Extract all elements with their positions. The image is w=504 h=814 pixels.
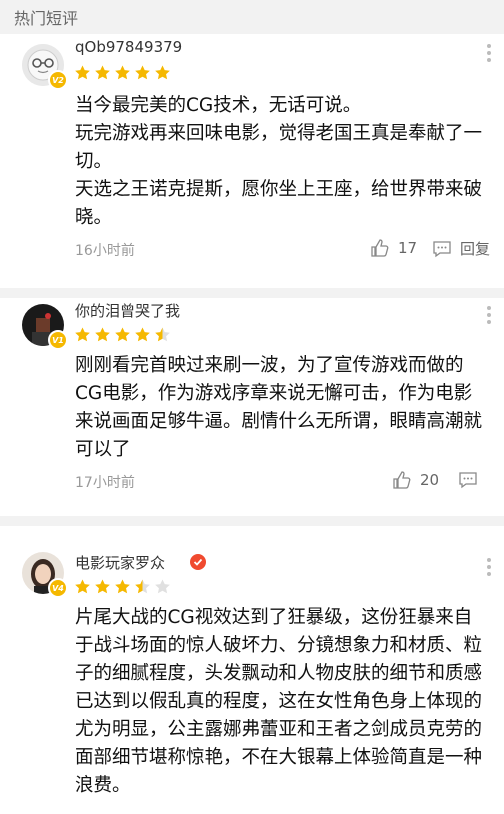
star-icon [155,65,170,80]
review-content: 刚刚看完首映过来刷一波，为了宣传游戏而做的CG电影，作为游戏序章来说无懈可击，作… [75,355,483,460]
verified-icon [190,554,206,570]
reply-button[interactable] [458,470,478,490]
review-content: 当今最完美的CG技术，无话可说。 玩完游戏再来回味电影，觉得老国王真是奉献了一切… [75,95,483,228]
star-icon [135,327,150,342]
timestamp: 16小时前 [75,243,135,259]
section-header: 热门短评 [0,0,504,34]
like-button[interactable]: 20 [392,470,439,490]
star-icon [115,327,130,342]
thumbs-up-icon [371,239,389,257]
divider [0,288,504,298]
star-rating [74,64,171,81]
star-icon [95,579,110,594]
like-count: 17 [398,239,418,257]
more-icon[interactable] [487,44,492,65]
star-icon [95,65,110,80]
level-badge: V1 [48,330,68,350]
star-icon [135,65,150,80]
thumbs-up-icon [393,471,411,489]
star-icon [75,579,90,594]
star-rating [74,326,171,343]
username[interactable]: 你的泪曾哭了我 [75,300,180,321]
more-icon[interactable] [487,306,492,327]
star-icon [155,327,170,342]
level-badge: V4 [48,578,68,598]
username[interactable]: qOb97849379 [75,38,182,56]
star-icon [75,65,90,80]
star-icon [135,579,150,594]
reply-label: 回复 [460,240,491,258]
divider [0,516,504,526]
star-icon [115,65,130,80]
comment-icon [459,472,477,489]
like-count: 20 [420,471,440,489]
section-title: 热门短评 [14,9,79,28]
like-button[interactable]: 17 [370,238,417,258]
star-icon [75,327,90,342]
reply-button[interactable]: 回复 [432,238,490,259]
timestamp: 17小时前 [75,475,135,491]
star-icon [95,327,110,342]
level-badge: V2 [48,70,68,90]
review-item: V4 电影玩家罗众 片尾大战的CG视效达到了狂暴级，这份狂暴来自于战斗场面的惊人… [0,526,504,814]
review-item: V2 qOb97849379 当今最完美的CG技术，无话可说。 玩完游戏再来回味… [0,34,504,288]
username[interactable]: 电影玩家罗众 [75,552,165,573]
star-icon [115,579,130,594]
review-item: V1 你的泪曾哭了我 刚刚看完首映过来刷一波，为了宣传游戏而做的CG电影，作为游… [0,298,504,516]
more-icon[interactable] [487,558,492,579]
star-rating [74,578,171,595]
star-icon [155,579,170,594]
review-content: 片尾大战的CG视效达到了狂暴级，这份狂暴来自于战斗场面的惊人破坏力、分镜想象力和… [75,607,483,796]
comment-icon [433,240,451,257]
